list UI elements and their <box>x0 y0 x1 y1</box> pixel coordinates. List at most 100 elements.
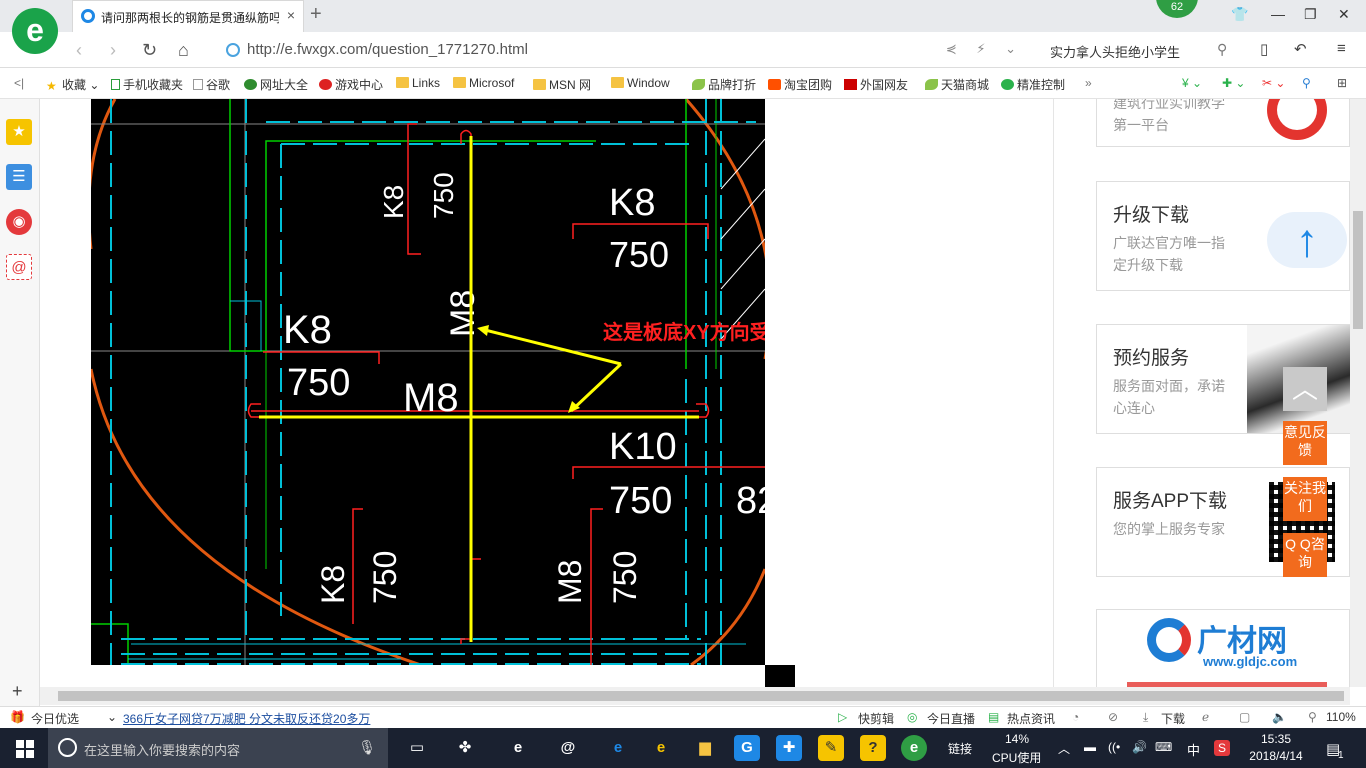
tab-active[interactable]: 请问那两根长的钢筋是贯通纵筋吗 × <box>72 0 304 32</box>
pin-icon[interactable]: ⊘ <box>1108 710 1118 724</box>
email-icon[interactable]: @ <box>6 254 32 280</box>
help-app-icon[interactable]: ? <box>860 735 886 761</box>
news-link[interactable]: 366斤女子网贷7万减肥 分文未取反还贷20多万 <box>123 710 370 727</box>
menu-icon[interactable]: ≡ <box>1337 40 1346 57</box>
bookmark-item[interactable]: Microsof <box>453 76 514 90</box>
bookmark-item[interactable]: 淘宝团购 <box>768 76 832 93</box>
bookmark-item[interactable]: Links <box>396 76 440 90</box>
bookmark-item[interactable]: 手机收藏夹 <box>111 76 183 93</box>
wifi-icon[interactable]: ((• <box>1108 740 1120 754</box>
tab-close-button[interactable]: × <box>287 7 295 23</box>
bookmark-item[interactable]: Window <box>611 76 670 90</box>
clock[interactable]: 15:35 2018/4/14 <box>1246 731 1306 765</box>
weibo-icon[interactable]: ◉ <box>6 209 32 235</box>
bookmark-item[interactable]: 游戏中心 <box>319 76 383 93</box>
window-icon[interactable]: ▢ <box>1239 710 1250 724</box>
windows-start-icon[interactable] <box>16 740 34 758</box>
bookmarks-collapse-icon[interactable]: <| <box>14 76 24 90</box>
refresh-button[interactable]: ↻ <box>142 40 157 61</box>
horizontal-scrollbar[interactable] <box>40 687 1350 705</box>
card-gldjc[interactable]: 广材网 www.gldjc.com <box>1096 609 1350 687</box>
zoom-icon[interactable]: ⚲ <box>1302 76 1311 90</box>
site-favicon-icon <box>81 9 95 23</box>
edge-icon[interactable]: e <box>605 735 631 761</box>
bookmark-item[interactable]: 谷歌 <box>193 76 230 93</box>
reading-list-icon[interactable]: ☰ <box>6 164 32 190</box>
bookmark-item[interactable]: 精准控制 <box>1001 76 1065 93</box>
shield-icon[interactable]: ¥ ⌄ <box>1182 76 1202 90</box>
cad-label-750: 750 <box>609 234 669 275</box>
gift-icon: 🎁 <box>10 710 25 724</box>
card-sub: 您的掌上服务专家 <box>1113 521 1225 537</box>
badge-count[interactable]: 62 <box>1156 0 1198 18</box>
download-button[interactable]: 下载 <box>1161 710 1185 727</box>
speed-icon[interactable]: ◔ <box>1072 710 1079 724</box>
back-button[interactable]: ‹ <box>76 40 82 61</box>
fan-app-icon[interactable]: ✤ <box>452 735 478 761</box>
swirl-app-icon[interactable]: @ <box>555 735 581 761</box>
url-tools[interactable]: ⋞ ⚡ ⌄ <box>946 41 1024 57</box>
internet-explorer-icon[interactable]: e <box>648 735 674 761</box>
maximize-button[interactable]: ❐ <box>1304 6 1317 23</box>
cad-label-k8: K8 <box>609 182 655 224</box>
forward-button[interactable]: › <box>110 40 116 61</box>
scroll-thumb[interactable] <box>58 691 1344 701</box>
card-training[interactable]: 建筑行业实训教学第一平台 <box>1096 99 1350 147</box>
sogou-icon[interactable]: S <box>1214 740 1230 756</box>
feedback-button[interactable]: 意见反馈 <box>1283 421 1327 465</box>
task-view-icon[interactable]: ▭ <box>404 735 430 761</box>
zoom-level[interactable]: 110% <box>1326 710 1356 724</box>
new-tab-button[interactable]: + <box>310 3 322 26</box>
qq-consult-button[interactable]: Q Q咨询 <box>1283 533 1327 577</box>
ie-app-icon[interactable]: e <box>505 735 531 761</box>
vertical-scrollbar[interactable] <box>1350 99 1366 687</box>
bookmark-item[interactable]: 网址大全 <box>244 76 308 93</box>
back-to-top-button[interactable]: ︿ <box>1283 367 1327 411</box>
card-sub: www.gldjc.com <box>1203 654 1298 669</box>
undo-icon[interactable]: ↶ <box>1294 40 1307 58</box>
follow-us-button[interactable]: 关注我们 <box>1283 477 1327 521</box>
links-label[interactable]: 链接 <box>948 740 972 757</box>
status-item[interactable]: 热点资讯 <box>1007 710 1055 727</box>
today-picks-link[interactable]: 今日优选 <box>31 710 79 727</box>
shirt-icon[interactable]: 👕 <box>1231 6 1248 23</box>
bookmark-item[interactable]: 外国网友 <box>844 76 908 93</box>
bookmark-item[interactable]: 天猫商城 <box>925 76 989 93</box>
file-explorer-icon[interactable]: ▆ <box>692 735 718 761</box>
notes-app-icon[interactable]: ✎ <box>818 735 844 761</box>
plugin-icon[interactable]: ✚ ⌄ <box>1222 76 1245 90</box>
keyboard-icon[interactable]: ⌨ <box>1155 740 1172 754</box>
ime-indicator[interactable]: 中 <box>1187 740 1200 759</box>
bookmark-item[interactable]: MSN 网 <box>533 76 591 93</box>
scroll-thumb[interactable] <box>1353 211 1363 329</box>
phone-icon[interactable]: ▯ <box>1260 40 1268 58</box>
bookmarks-more-icon[interactable]: » <box>1085 76 1092 90</box>
close-window-button[interactable]: ✕ <box>1338 6 1350 23</box>
microphone-icon[interactable]: 🎙 <box>358 739 376 756</box>
card-upgrade-download[interactable]: 升级下载 广联达官方唯一指定升级下载 ↑ <box>1096 181 1350 291</box>
url-field[interactable]: http://e.fwxgx.com/question_1771270.html… <box>218 38 1038 62</box>
g-app-icon[interactable]: G <box>734 735 760 761</box>
browser-app-icon[interactable]: e <box>901 735 927 761</box>
volume-icon[interactable]: 🔈 <box>1272 710 1287 724</box>
search-icon[interactable]: ⚲ <box>1217 41 1227 58</box>
taskbar-search-input[interactable]: 在这里输入你要搜索的内容 🎙 <box>48 728 388 768</box>
cad-label-750: 750 <box>607 551 643 604</box>
favorites-star-icon[interactable]: ★ <box>6 119 32 145</box>
home-button[interactable]: ⌂ <box>178 40 189 61</box>
plus-app-icon[interactable]: ✚ <box>776 735 802 761</box>
bookmark-item[interactable]: ★ 收藏 ⌄ <box>46 76 99 93</box>
chevron-up-icon[interactable]: ︿ <box>1058 740 1070 757</box>
volume-icon[interactable]: 🔊 <box>1132 740 1147 754</box>
ie-icon[interactable]: ℯ <box>1202 710 1209 724</box>
sidebar-add-button[interactable]: + <box>12 681 23 702</box>
battery-icon[interactable]: ▬ <box>1084 740 1096 754</box>
status-item[interactable]: 快剪辑 <box>858 710 894 727</box>
search-input[interactable]: 实力拿人头拒绝小学生 <box>1050 42 1180 61</box>
apps-icon[interactable]: ⊞ <box>1337 76 1347 90</box>
minimize-button[interactable]: — <box>1271 6 1285 22</box>
bookmark-item[interactable]: 品牌打折 <box>692 76 756 93</box>
scissors-icon[interactable]: ✂ ⌄ <box>1262 76 1285 90</box>
status-item[interactable]: 今日直播 <box>927 710 975 727</box>
browser-logo-icon[interactable]: e <box>12 8 58 54</box>
